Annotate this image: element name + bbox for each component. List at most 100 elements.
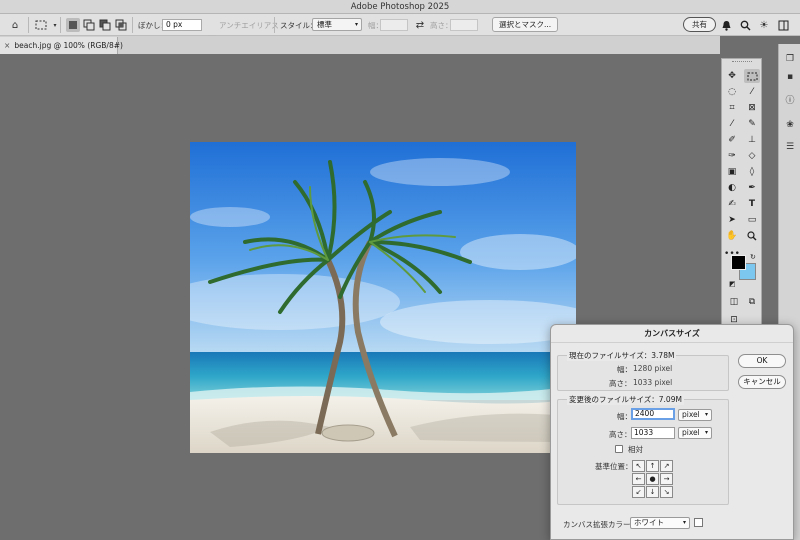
eraser-icon[interactable]: ◇ xyxy=(744,149,760,163)
screen-mode-icon[interactable]: ⧉ xyxy=(744,295,760,309)
adjustments-icon[interactable]: ☰ xyxy=(783,140,797,154)
anchor-top[interactable]: ↑ xyxy=(646,460,659,472)
quick-mask-icon[interactable]: ◫ xyxy=(726,295,742,309)
pen-tool-icon[interactable]: ✍ xyxy=(724,197,740,211)
ok-button[interactable]: OK xyxy=(738,354,786,368)
anchor-bottom-left[interactable]: ↙ xyxy=(632,486,645,498)
type-icon[interactable]: T xyxy=(744,197,760,211)
gradient-icon[interactable]: ▣ xyxy=(724,165,740,179)
new-width-input[interactable]: 2400 xyxy=(631,408,675,420)
chevron-down-icon: ▾ xyxy=(682,519,686,526)
cancel-button[interactable]: キャンセル xyxy=(738,375,786,389)
default-colors-icon[interactable]: ◩ xyxy=(729,280,736,288)
libraries-icon[interactable]: ❀ xyxy=(783,118,797,132)
new-height-unit: pixel xyxy=(682,428,700,437)
comment-icon[interactable]: ▪ xyxy=(783,70,797,84)
info-icon[interactable]: ⓘ xyxy=(783,92,797,106)
new-width-unit: pixel xyxy=(682,410,700,419)
anchor-center[interactable]: ● xyxy=(646,473,659,485)
magic-wand-icon[interactable]: ⁄ xyxy=(744,85,760,99)
new-height-input[interactable]: 1033 xyxy=(631,427,675,439)
marquee-icon[interactable] xyxy=(34,18,48,32)
style-value: 標準 xyxy=(317,20,332,29)
frame-icon[interactable]: ⊠ xyxy=(744,101,760,115)
feather-input[interactable]: 0 px xyxy=(162,19,202,31)
rectangle-icon[interactable]: ▭ xyxy=(744,213,760,227)
bulb-icon[interactable]: ☀ xyxy=(757,18,771,32)
swap-icon[interactable]: ⇄ xyxy=(413,18,427,32)
intersect-selection-icon[interactable] xyxy=(114,18,128,32)
window-title: Adobe Photoshop 2025 xyxy=(350,2,450,12)
anchor-bottom[interactable]: ↓ xyxy=(646,486,659,498)
dialog-title: カンバスサイズ xyxy=(551,325,793,343)
crop-icon[interactable]: ⌗ xyxy=(724,101,740,115)
anchor-label: 基準位置： xyxy=(595,462,633,471)
home-icon[interactable]: ⌂ xyxy=(8,18,22,32)
path-select-icon[interactable]: ➤ xyxy=(724,213,740,227)
add-selection-icon[interactable] xyxy=(82,18,96,32)
antialias-label: アンチエイリアス xyxy=(219,21,279,30)
current-size-label: 現在のファイルサイズ：3.78M xyxy=(567,350,677,361)
divider xyxy=(28,17,29,33)
lasso-icon[interactable]: ◌ xyxy=(724,85,740,99)
search-icon[interactable] xyxy=(738,18,752,32)
zoom-icon[interactable] xyxy=(744,229,760,243)
extension-color-select[interactable]: ホワイト ▾ xyxy=(630,517,690,529)
tools-panel: ✥ ◌ ⁄ ⌗ ⊠ ⁄ ✎ ✐ ⊥ ✑ ◇ ▣ ◊ ◐ ✒ ✍ T ➤ ▭ ✋ … xyxy=(721,58,762,330)
extension-color-swatch[interactable] xyxy=(694,518,703,527)
foreground-color-swatch[interactable] xyxy=(731,255,746,270)
chevron-down-icon: ▾ xyxy=(354,21,358,28)
move-icon[interactable]: ✥ xyxy=(724,69,740,83)
pen-icon[interactable]: ✒ xyxy=(744,181,760,195)
history-brush-icon[interactable]: ✑ xyxy=(724,149,740,163)
extension-color-label: カンバス拡張カラー： xyxy=(563,520,638,529)
marquee-icon[interactable] xyxy=(744,69,760,83)
chevron-down-icon: ▾ xyxy=(704,411,708,418)
new-height-unit-select[interactable]: pixel ▾ xyxy=(678,427,712,439)
current-width-label: 幅： xyxy=(617,365,632,374)
divider xyxy=(274,17,275,33)
canvas-image[interactable] xyxy=(190,142,576,453)
current-width-value: 1280 pixel xyxy=(633,364,673,373)
stamp-icon[interactable]: ⊥ xyxy=(744,133,760,147)
anchor-top-right[interactable]: ↗ xyxy=(660,460,673,472)
new-width-unit-select[interactable]: pixel ▾ xyxy=(678,409,712,421)
document-tab[interactable]: × beach.jpg @ 100% (RGB/8#) xyxy=(0,37,123,54)
height-input[interactable] xyxy=(450,19,478,31)
current-height-label: 高さ： xyxy=(609,379,632,388)
close-icon[interactable]: × xyxy=(4,37,12,54)
anchor-top-left[interactable]: ↖ xyxy=(632,460,645,472)
document-tab-bar: × beach.jpg @ 100% (RGB/8#) xyxy=(0,36,720,54)
new-height-label: 高さ： xyxy=(609,430,632,439)
divider xyxy=(60,17,61,33)
current-height-value: 1033 pixel xyxy=(633,378,673,387)
workspace-icon[interactable] xyxy=(776,18,790,32)
style-select[interactable]: 標準 ▾ xyxy=(312,18,362,31)
share-button[interactable]: 共有 xyxy=(683,17,716,32)
relative-checkbox[interactable] xyxy=(615,445,623,453)
healing-icon[interactable]: ✎ xyxy=(744,117,760,131)
bell-icon[interactable] xyxy=(719,18,733,32)
anchor-left[interactable]: ← xyxy=(632,473,645,485)
hand-icon[interactable]: ✋ xyxy=(724,229,740,243)
subtract-selection-icon[interactable] xyxy=(98,18,112,32)
anchor-right[interactable]: → xyxy=(660,473,673,485)
chevron-down-icon: ▾ xyxy=(704,429,708,436)
brush-icon[interactable]: ✐ xyxy=(724,133,740,147)
anchor-bottom-right[interactable]: ↘ xyxy=(660,486,673,498)
new-selection-icon[interactable] xyxy=(66,18,80,32)
extension-color-value: ホワイト xyxy=(634,518,664,527)
learn-icon[interactable]: ❐ xyxy=(783,52,797,66)
select-mask-button[interactable]: 選択とマスク... xyxy=(492,17,559,32)
new-size-label: 変更後のファイルサイズ：7.09M xyxy=(567,394,684,405)
title-bar: Adobe Photoshop 2025 xyxy=(0,0,800,14)
blur-icon[interactable]: ◊ xyxy=(744,165,760,179)
eyedropper-icon[interactable]: ⁄ xyxy=(724,117,740,131)
panel-grip[interactable] xyxy=(732,61,752,63)
new-width-label: 幅： xyxy=(617,412,632,421)
swap-colors-icon[interactable]: ↻ xyxy=(750,253,756,261)
canvas-size-dialog: カンバスサイズ 現在のファイルサイズ：3.78M 幅： 1280 pixel 高… xyxy=(550,324,794,540)
relative-label: 相対 xyxy=(628,445,643,454)
dodge-icon[interactable]: ◐ xyxy=(724,181,740,195)
width-input[interactable] xyxy=(380,19,408,31)
